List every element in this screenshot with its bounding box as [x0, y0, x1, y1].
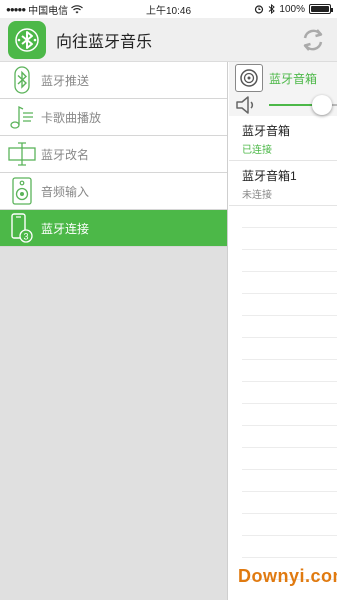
watermark: Downyi.com [238, 566, 337, 586]
sidebar: 蓝牙推送 卡歌曲播放 蓝牙改名 音频输入 3 蓝牙连接 [0, 62, 228, 600]
volume-row [229, 94, 337, 116]
volume-slider[interactable] [269, 95, 337, 115]
device-name: 蓝牙音箱1 [242, 169, 297, 183]
status-bar: ●●●●● 中国电信 上午10:46 100% [0, 0, 337, 18]
device-status: 已连接 [242, 145, 272, 156]
signal-icon: ●●●●● [6, 4, 26, 14]
sidebar-item-audio-input[interactable]: 音频输入 [0, 173, 227, 210]
empty-row [242, 338, 337, 360]
music-note-icon [8, 101, 36, 133]
sidebar-item-label: 蓝牙连接 [41, 221, 90, 236]
status-time: 上午10:46 [145, 5, 192, 17]
battery-icon [309, 4, 333, 14]
volume-icon [236, 96, 254, 114]
refresh-icon [303, 29, 323, 51]
page-title: 向往蓝牙音乐 [56, 33, 153, 51]
empty-row [242, 228, 337, 250]
sidebar-item-bluetooth-push[interactable]: 蓝牙推送 [0, 62, 227, 99]
empty-row [242, 426, 337, 448]
speaker-icon [235, 64, 263, 92]
empty-row [242, 514, 337, 536]
device-panel: 蓝牙音箱 蓝牙音箱 已连接 蓝牙音箱1 未连接 [229, 62, 337, 600]
empty-row [242, 404, 337, 426]
empty-row [242, 448, 337, 470]
speaker-icon [8, 175, 36, 207]
battery-percent: 100% [279, 3, 305, 15]
status-right: 100% [254, 3, 333, 15]
device-status: 未连接 [242, 190, 272, 201]
sidebar-item-label: 蓝牙推送 [41, 73, 90, 88]
sidebar-item-rename[interactable]: 蓝牙改名 [0, 136, 227, 173]
empty-row [242, 382, 337, 404]
empty-row [242, 316, 337, 338]
empty-rows [229, 206, 337, 600]
empty-row [242, 536, 337, 558]
rename-icon [8, 138, 36, 170]
volume-knob[interactable] [312, 95, 333, 115]
empty-row [242, 272, 337, 294]
sidebar-item-label: 蓝牙改名 [41, 147, 90, 162]
wifi-icon [71, 4, 84, 13]
bluetooth-icon [8, 64, 36, 96]
svg-text:3: 3 [23, 232, 28, 242]
alarm-icon [255, 5, 264, 14]
sidebar-item-card-play[interactable]: 卡歌曲播放 [0, 99, 227, 136]
bluetooth-status-icon [269, 4, 276, 14]
empty-row [242, 360, 337, 382]
empty-row [242, 250, 337, 272]
status-left: ●●●●● 中国电信 [6, 2, 84, 17]
app-header: 向往蓝牙音乐 [0, 18, 337, 62]
sidebar-item-bluetooth-connect[interactable]: 3 蓝牙连接 [0, 210, 227, 247]
device-item[interactable]: 蓝牙音箱 已连接 [229, 116, 337, 161]
bluetooth-icon [8, 20, 46, 59]
device-name: 蓝牙音箱 [242, 124, 291, 138]
sidebar-item-label: 卡歌曲播放 [41, 110, 102, 125]
refresh-button[interactable] [297, 24, 329, 56]
phone-connect-icon: 3 [8, 212, 36, 244]
device-item[interactable]: 蓝牙音箱1 未连接 [229, 161, 337, 206]
empty-row [242, 470, 337, 492]
device-header: 蓝牙音箱 [229, 62, 337, 94]
device-list: 蓝牙音箱 已连接 蓝牙音箱1 未连接 [229, 116, 337, 600]
battery-fill [311, 6, 329, 12]
empty-row [242, 294, 337, 316]
device-title: 蓝牙音箱 [269, 71, 318, 86]
empty-row [242, 206, 337, 228]
empty-row [242, 492, 337, 514]
carrier-label: 中国电信 [28, 5, 69, 17]
sidebar-item-label: 音频输入 [41, 184, 90, 199]
